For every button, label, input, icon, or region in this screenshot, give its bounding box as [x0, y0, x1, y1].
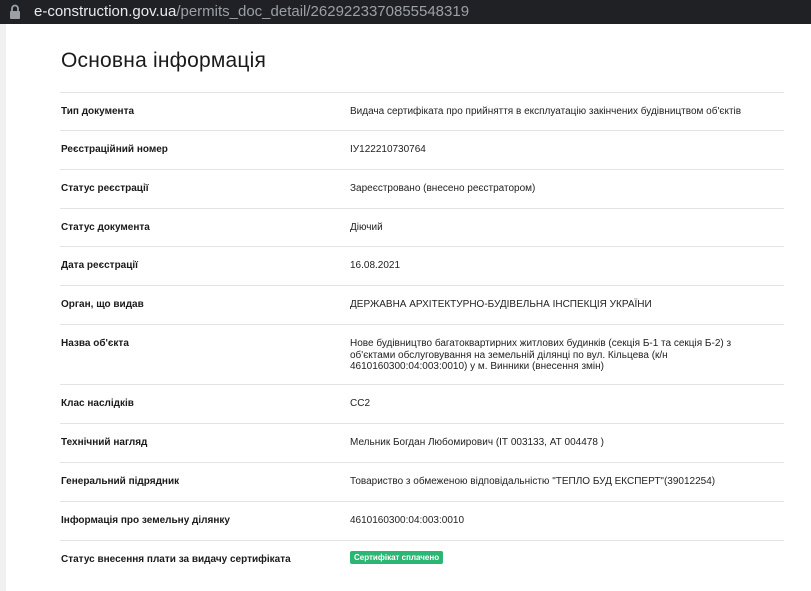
row-value: Товариство з обмеженою відповідальністю … — [350, 476, 716, 487]
row-value: ДЕРЖАВНА АРХІТЕКТУРНО-БУДІВЕЛЬНА ІНСПЕКЦ… — [350, 299, 652, 310]
row-value: Сертифікат сплачено — [350, 551, 768, 567]
url-text[interactable]: e-construction.gov.ua/permits_doc_detail… — [34, 3, 469, 21]
info-table: Тип документа Видача сертифіката про при… — [60, 92, 784, 581]
row-label: Статус внесення плати за видачу сертифік… — [61, 554, 291, 565]
table-row: Реєстраційний номер ІУ122210730764 — [60, 131, 784, 170]
row-value: Мельник Богдан Любомирович (ІТ 003133, А… — [350, 437, 604, 448]
url-host: e-construction.gov.ua — [34, 3, 177, 20]
row-value: Нове будівництво багатоквартирних житлов… — [350, 338, 732, 372]
payment-status-badge: Сертифікат сплачено — [350, 551, 444, 564]
row-value: 4610160300:04:003:0010 — [350, 515, 465, 526]
row-label: Клас наслідків — [61, 398, 134, 409]
row-label: Тип документа — [61, 106, 135, 117]
row-label: Назва об'єкта — [61, 338, 129, 349]
table-row: Інформація про земельну ділянку 46101603… — [60, 502, 784, 541]
row-value: ІУ122210730764 — [350, 144, 426, 155]
url-path: /permits_doc_detail/2629223370855548319 — [176, 3, 470, 20]
lock-icon[interactable] — [9, 4, 21, 20]
row-value: 16.08.2021 — [350, 260, 401, 271]
page-title: Основна інформація — [61, 49, 267, 72]
row-value: Зареєстровано (внесено реєстратором) — [350, 183, 536, 194]
table-row: Клас наслідків СС2 — [60, 385, 784, 424]
row-label: Реєстраційний номер — [61, 144, 168, 155]
row-value: Видача сертифіката про прийняття в експл… — [350, 106, 742, 117]
table-row: Статус реєстрації Зареєстровано (внесено… — [60, 170, 784, 209]
table-row: Статус документа Діючий — [60, 209, 784, 247]
page-left-edge — [0, 24, 6, 591]
row-value: Діючий — [350, 222, 383, 233]
row-label: Технічний нагляд — [61, 437, 148, 448]
table-row: Тип документа Видача сертифіката про при… — [60, 93, 784, 131]
table-row: Генеральний підрядник Товариство з обмеж… — [60, 463, 784, 502]
row-label: Статус документа — [61, 222, 150, 233]
table-row: Дата реєстрації 16.08.2021 — [60, 247, 784, 286]
row-value: СС2 — [350, 398, 371, 409]
table-row: Технічний нагляд Мельник Богдан Любомиро… — [60, 424, 784, 463]
browser-address-bar[interactable]: e-construction.gov.ua/permits_doc_detail… — [0, 0, 811, 24]
row-label: Орган, що видав — [61, 299, 144, 310]
row-label: Інформація про земельну ділянку — [61, 515, 230, 526]
table-row: Назва об'єкта Нове будівництво багатоква… — [60, 325, 784, 385]
row-label: Статус реєстрації — [61, 183, 149, 194]
row-label: Генеральний підрядник — [61, 476, 180, 487]
table-row: Статус внесення плати за видачу сертифік… — [60, 541, 784, 581]
row-label: Дата реєстрації — [61, 260, 138, 271]
table-row: Орган, що видав ДЕРЖАВНА АРХІТЕКТУРНО-БУ… — [60, 286, 784, 325]
